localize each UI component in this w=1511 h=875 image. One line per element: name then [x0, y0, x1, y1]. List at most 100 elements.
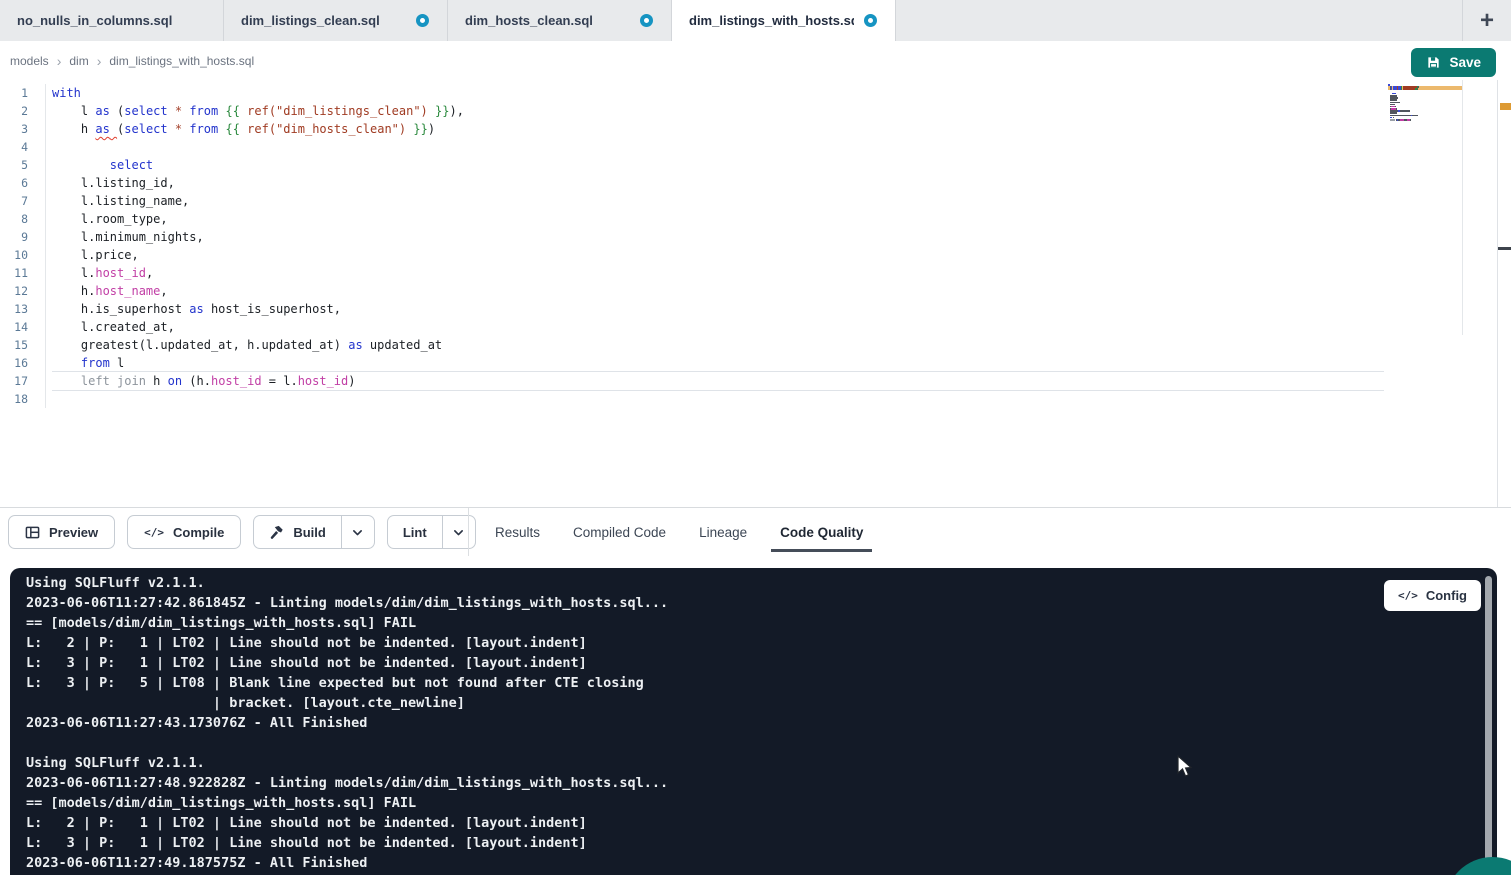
code-token: }} — [413, 122, 427, 136]
config-button-label: Config — [1426, 588, 1467, 603]
terminal-line: 2023-06-06T11:27:42.861845Z - Linting mo… — [26, 593, 1481, 613]
code-token: h.is_superhost — [52, 302, 189, 316]
breadcrumb: models›dim›dim_listings_with_hosts.sql — [10, 54, 254, 68]
code-token: from — [189, 104, 218, 118]
editor-tab[interactable]: dim_listings_with_hosts.sql — [672, 0, 896, 41]
code-editor[interactable]: 123456789101112131415161718 with l as (s… — [0, 80, 1511, 507]
code-token: , — [146, 266, 153, 280]
code-token: h — [52, 122, 95, 136]
code-line[interactable]: l as (select * from {{ ref("dim_listings… — [52, 102, 1384, 120]
table-icon — [25, 525, 40, 540]
tab-results[interactable]: Results — [495, 525, 540, 540]
code-token: = l. — [262, 374, 298, 388]
code-line[interactable]: l.created_at, — [52, 318, 1384, 336]
code-line[interactable]: with — [52, 84, 1384, 102]
minimap-token — [1403, 88, 1415, 90]
code-lines: with l as (select * from {{ ref("dim_lis… — [46, 84, 1384, 408]
build-button[interactable]: Build — [254, 516, 341, 548]
code-line[interactable]: l.room_type, — [52, 210, 1384, 228]
code-line[interactable]: l.host_id, — [52, 264, 1384, 282]
code-line[interactable]: l.listing_name, — [52, 192, 1384, 210]
code-token — [52, 374, 81, 388]
line-number-gutter: 123456789101112131415161718 — [0, 84, 46, 408]
line-number: 10 — [0, 246, 45, 264]
scroll-position-marker — [1498, 247, 1511, 250]
editor-tab[interactable]: no_nulls_in_columns.sql — [0, 0, 224, 41]
code-line[interactable]: h.is_superhost as host_is_superhost, — [52, 300, 1384, 318]
code-token: host_name — [95, 284, 160, 298]
code-line[interactable]: l.listing_id, — [52, 174, 1384, 192]
chevron-right-icon: › — [57, 54, 62, 68]
minimap-border — [1462, 80, 1463, 335]
code-token: * — [175, 104, 182, 118]
tab-lineage[interactable]: Lineage — [699, 525, 747, 540]
tab-code-quality[interactable]: Code Quality — [780, 525, 863, 540]
unsaved-changes-icon[interactable] — [864, 14, 877, 27]
unsaved-changes-icon[interactable] — [640, 14, 653, 27]
code-token: host_id — [298, 374, 349, 388]
compile-button[interactable]: </>Compile — [127, 515, 241, 549]
minimap-line — [1388, 121, 1462, 123]
chevron-down-icon — [351, 526, 364, 539]
code-token: {{ — [225, 104, 239, 118]
config-button[interactable]: </> Config — [1384, 580, 1481, 611]
lint-dropdown-button[interactable] — [442, 516, 475, 548]
build-button-group: Build — [253, 515, 375, 549]
line-number: 12 — [0, 282, 45, 300]
code-line[interactable] — [52, 390, 1384, 408]
terminal-log: Using SQLFluff v2.1.1. 2023-06-06T11:27:4… — [10, 568, 1497, 873]
terminal-line: Using SQLFluff v2.1.1. — [26, 753, 1481, 773]
code-token: l.listing_name, — [52, 194, 189, 208]
code-token: from — [189, 122, 218, 136]
terminal-line: L: 2 | P: 1 | LT02 | Line should not be … — [26, 633, 1481, 653]
code-line[interactable] — [52, 138, 1384, 156]
tab-label: dim_listings_with_hosts.sql — [689, 13, 854, 28]
tab-label: dim_listings_clean.sql — [241, 13, 380, 28]
preview-button[interactable]: Preview — [8, 515, 115, 549]
code-line[interactable]: from l — [52, 354, 1384, 372]
annotation-gutter-border — [1497, 80, 1498, 507]
terminal-area: Using SQLFluff v2.1.1. 2023-06-06T11:27:4… — [0, 556, 1511, 875]
code-line[interactable]: left join h on (h.host_id = l.host_id) — [52, 372, 1384, 390]
code-line[interactable]: l.price, — [52, 246, 1384, 264]
code-token: , — [160, 284, 167, 298]
code-token: l — [110, 356, 124, 370]
build-dropdown-button[interactable] — [341, 516, 374, 548]
terminal-line: == [models/dim/dim_listings_with_hosts.s… — [26, 613, 1481, 633]
minimap[interactable] — [1388, 84, 1462, 123]
result-tabs: Results Compiled Code Lineage Code Quality — [495, 508, 863, 556]
code-token: l. — [52, 266, 95, 280]
save-button[interactable]: Save — [1411, 48, 1496, 77]
line-number: 16 — [0, 354, 45, 372]
tab-compiled-code[interactable]: Compiled Code — [573, 525, 666, 540]
line-number: 15 — [0, 336, 45, 354]
line-number: 5 — [0, 156, 45, 174]
code-token: l — [52, 104, 95, 118]
code-token — [168, 104, 175, 118]
code-token: }} — [435, 104, 449, 118]
editor-tab[interactable]: dim_hosts_clean.sql — [448, 0, 672, 41]
code-line[interactable]: select — [52, 156, 1384, 174]
code-line[interactable]: l.minimum_nights, — [52, 228, 1384, 246]
line-number: 9 — [0, 228, 45, 246]
save-button-label: Save — [1449, 55, 1481, 70]
lint-marker-warning[interactable] — [1500, 103, 1511, 110]
editor-tab[interactable]: dim_listings_clean.sql — [224, 0, 448, 41]
terminal-scrollbar[interactable] — [1485, 576, 1492, 875]
breadcrumb-item: dim_listings_with_hosts.sql — [109, 54, 254, 68]
unsaved-changes-icon[interactable] — [416, 14, 429, 27]
lint-button[interactable]: Lint — [388, 516, 442, 548]
code-token: {{ — [225, 122, 239, 136]
preview-button-label: Preview — [49, 525, 98, 540]
save-icon — [1426, 55, 1441, 70]
new-tab-button[interactable]: + — [1463, 0, 1511, 41]
code-token: as — [95, 122, 109, 136]
code-line[interactable]: greatest(l.updated_at, h.updated_at) as … — [52, 336, 1384, 354]
code-line[interactable]: h as (select * from {{ ref("dim_hosts_cl… — [52, 120, 1384, 138]
toolbar-divider — [468, 508, 469, 556]
code-token: l.room_type, — [52, 212, 168, 226]
chevron-right-icon: › — [97, 54, 102, 68]
code-token: on — [168, 374, 182, 388]
code-token: updated_at — [363, 338, 442, 352]
code-line[interactable]: h.host_name, — [52, 282, 1384, 300]
